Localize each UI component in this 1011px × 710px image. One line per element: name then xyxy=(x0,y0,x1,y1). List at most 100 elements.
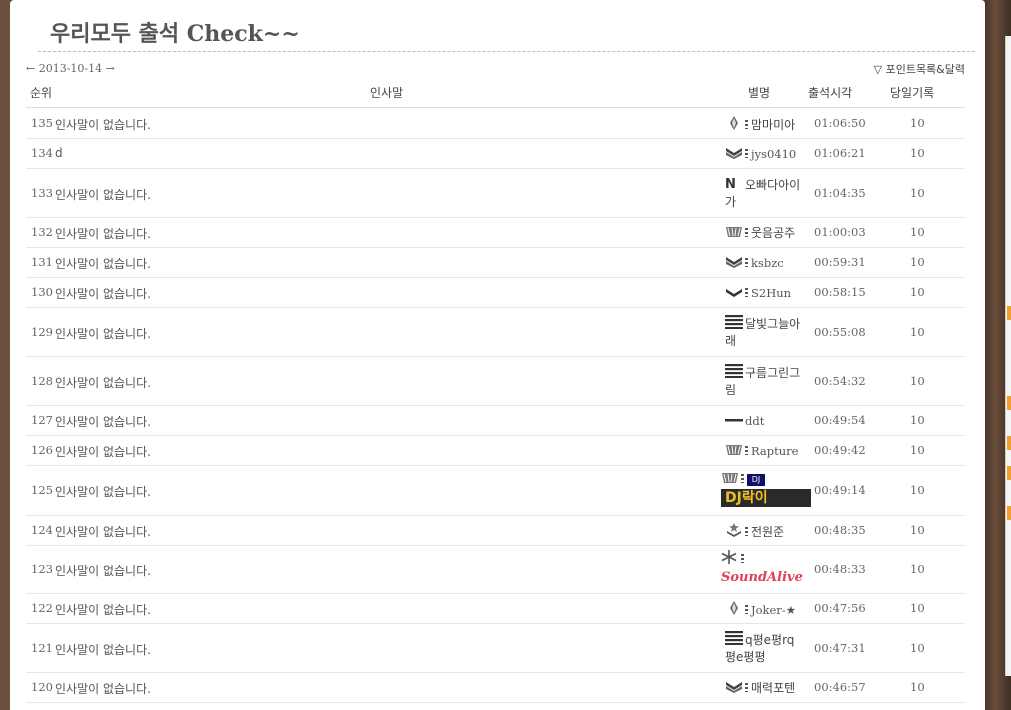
separator-dots-icon xyxy=(745,258,748,267)
date-navigation: ← 2013-10-14 → xyxy=(26,62,115,75)
greeting-cell: 인사말이 없습니다. xyxy=(55,415,151,429)
nickname-cell[interactable]: jys0410 xyxy=(725,146,805,163)
nickname-cell[interactable]: 맘마미아 xyxy=(725,116,805,134)
double-chevron-level-icon xyxy=(725,256,743,268)
nickname-text: 매력포텐 xyxy=(751,681,796,695)
record-cell: 10 xyxy=(910,601,925,615)
next-date-arrow[interactable]: → xyxy=(106,62,115,75)
attendance-table: 135 인사말이 없습니다. 맘마미아 01:06:50 10 134 d jys0410 01… xyxy=(26,109,965,703)
record-cell: 10 xyxy=(910,116,925,130)
table-header: 순위 인사말 별명 출석시각 당일기록 xyxy=(26,84,965,108)
separator-dots-icon xyxy=(745,683,748,692)
greeting-cell: 인사말이 없습니다. xyxy=(55,287,151,301)
separator-dots-icon xyxy=(741,554,744,563)
separator-dots-icon xyxy=(745,228,748,237)
point-list-link[interactable]: ▽ 포인트목록&달력 xyxy=(874,61,965,77)
single-bar-level-icon xyxy=(725,414,743,426)
record-cell: 10 xyxy=(910,483,925,497)
record-cell: 10 xyxy=(910,255,925,269)
nickname-text: 웃음공주 xyxy=(751,226,796,240)
nickname-cell[interactable]: Rapture xyxy=(725,443,805,460)
greeting-cell: 인사말이 없습니다. xyxy=(55,118,151,132)
record-cell: 10 xyxy=(910,523,925,537)
four-bar-level-icon xyxy=(725,364,743,378)
table-row: 133 인사말이 없습니다. N 오빠다아이가 01:04:35 10 xyxy=(26,169,965,218)
nickname-cell[interactable]: 구름그린그림 xyxy=(725,364,805,399)
table-row: 126 인사말이 없습니다. Rapture 00:49:42 10 xyxy=(26,436,965,466)
table-row: 122 인사말이 없습니다. Joker-★ 00:47:56 10 xyxy=(26,594,965,624)
col-rank: 순위 xyxy=(30,86,53,100)
nickname-cell[interactable]: Joker-★ xyxy=(725,601,805,619)
nickname-text: jys0410 xyxy=(751,147,797,161)
diamond-level-icon xyxy=(725,116,743,130)
attendance-board: 우리모두 출석 Check~~ ← 2013-10-14 → ▽ 포인트목록&달… xyxy=(10,0,985,710)
nickname-cell[interactable]: DJ DJ락이 xyxy=(721,471,811,507)
nickname-cell[interactable]: N 오빠다아이가 xyxy=(725,176,805,211)
prev-date-arrow[interactable]: ← xyxy=(26,62,35,75)
rank-cell: 131 xyxy=(31,255,53,269)
time-cell: 00:49:54 xyxy=(814,413,866,427)
greeting-cell: 인사말이 없습니다. xyxy=(55,525,151,539)
table-row: 124 인사말이 없습니다. 전원준 00:48:35 10 xyxy=(26,516,965,546)
greeting-cell: 인사말이 없습니다. xyxy=(55,643,151,657)
nickname-text: DJ락이 xyxy=(721,489,811,507)
time-cell: 00:48:35 xyxy=(814,523,866,537)
wing-level-icon xyxy=(725,226,743,238)
nickname-cell[interactable]: 달빛그늘아래 xyxy=(725,315,805,350)
separator-dots-icon xyxy=(745,605,748,614)
page-title: 우리모두 출석 Check~~ xyxy=(38,16,975,52)
time-cell: 01:06:21 xyxy=(814,146,866,160)
nickname-cell[interactable]: q평e평rq평e평평 xyxy=(725,631,805,666)
time-cell: 00:55:08 xyxy=(814,325,866,339)
separator-dots-icon xyxy=(745,446,748,455)
time-cell: 00:48:33 xyxy=(814,562,866,576)
nickname-cell[interactable]: 매력포텐 xyxy=(725,680,805,697)
time-cell: 00:49:42 xyxy=(814,443,866,457)
nickname-cell[interactable]: SoundAlive xyxy=(721,550,803,587)
record-cell: 10 xyxy=(910,225,925,239)
greeting-cell: 인사말이 없습니다. xyxy=(55,188,151,202)
record-cell: 10 xyxy=(910,186,925,200)
double-chevron-level-icon xyxy=(725,147,743,159)
table-row: 120 인사말이 없습니다. 매력포텐 00:46:57 10 xyxy=(26,673,965,703)
greeting-cell: 인사말이 없습니다. xyxy=(55,445,151,459)
nickname-cell[interactable]: ddt xyxy=(725,413,805,430)
nickname-cell[interactable]: ksbzc xyxy=(725,255,805,272)
time-cell: 01:06:50 xyxy=(814,116,866,130)
side-marker xyxy=(1007,306,1011,320)
record-cell: 10 xyxy=(910,641,925,655)
snowflake-level-icon xyxy=(721,550,739,564)
table-row: 131 인사말이 없습니다. ksbzc 00:59:31 10 xyxy=(26,248,965,278)
separator-dots-icon xyxy=(745,527,748,536)
col-greeting: 인사말 xyxy=(370,86,404,100)
separator-dots-icon xyxy=(745,288,748,297)
nickname-cell[interactable]: 전원준 xyxy=(725,523,805,541)
right-side-panel xyxy=(1005,36,1011,676)
nickname-cell[interactable]: 웃음공주 xyxy=(725,225,805,242)
rank-cell: 135 xyxy=(31,116,53,130)
side-marker xyxy=(1007,396,1011,410)
table-row: 135 인사말이 없습니다. 맘마미아 01:06:50 10 xyxy=(26,109,965,139)
record-cell: 10 xyxy=(910,413,925,427)
table-row: 127 인사말이 없습니다. ddt 00:49:54 10 xyxy=(26,406,965,436)
greeting-cell: 인사말이 없습니다. xyxy=(55,327,151,341)
greeting-cell: 인사말이 없습니다. xyxy=(55,376,151,390)
table-row: 134 d jys0410 01:06:21 10 xyxy=(26,139,965,169)
rank-cell: 120 xyxy=(31,680,53,694)
greeting-cell: 인사말이 없습니다. xyxy=(55,227,151,241)
table-row: 130 인사말이 없습니다. S2Hun 00:58:15 10 xyxy=(26,278,965,308)
double-chevron-level-icon xyxy=(725,681,743,693)
wing-level-icon xyxy=(725,444,743,456)
nickname-text: SoundAlive xyxy=(721,570,803,585)
time-cell: 01:04:35 xyxy=(814,186,866,200)
time-cell: 00:49:14 xyxy=(814,483,866,497)
time-cell: 00:54:32 xyxy=(814,374,866,388)
table-row: 128 인사말이 없습니다. 구름그린그림 00:54:32 10 xyxy=(26,357,965,406)
nickname-cell[interactable]: S2Hun xyxy=(725,285,805,302)
rank-cell: 130 xyxy=(31,285,53,299)
rank-cell: 124 xyxy=(31,523,53,537)
table-row: 129 인사말이 없습니다. 달빛그늘아래 00:55:08 10 xyxy=(26,308,965,357)
current-date: 2013-10-14 xyxy=(38,62,103,75)
rank-cell: 126 xyxy=(31,443,53,457)
separator-dots-icon xyxy=(745,120,748,129)
